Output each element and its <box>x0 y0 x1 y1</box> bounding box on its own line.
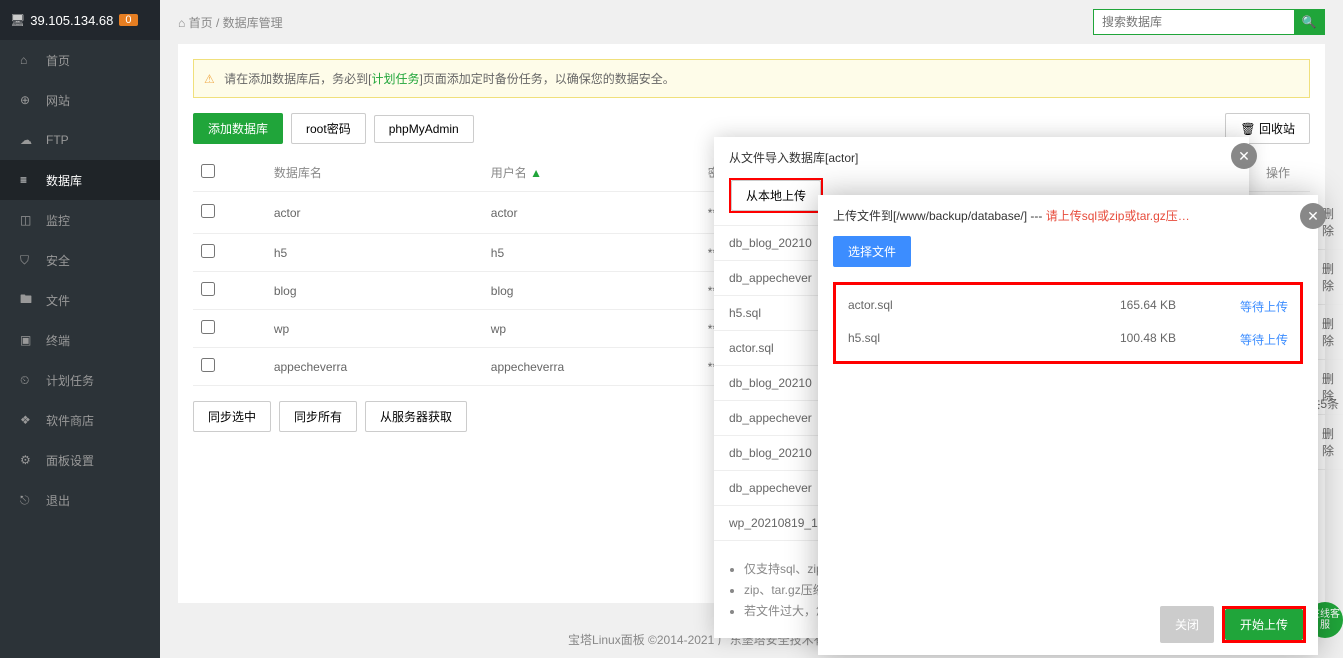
monitor-icon: 🖥 <box>10 13 25 27</box>
breadcrumb-current: 数据库管理 <box>223 16 283 30</box>
sidebar-item-monitor[interactable]: ◫监控 <box>0 200 160 240</box>
queue-status: 等待上传 <box>1240 331 1288 348</box>
sidebar-header: 🖥 39.105.134.68 0 <box>0 0 160 40</box>
cloud-icon: ☁ <box>20 133 36 147</box>
queue-filename: h5.sql <box>848 331 1120 348</box>
shield-icon: ⛉ <box>20 253 36 268</box>
queue-item: actor.sql 165.64 KB 等待上传 <box>836 290 1300 323</box>
db-name: h5 <box>266 234 483 272</box>
monitor-icon: ◫ <box>20 213 36 227</box>
sidebar-item-files[interactable]: 🖿文件 <box>0 280 160 320</box>
queue-filename: actor.sql <box>848 298 1120 315</box>
sync-selected-button[interactable]: 同步选中 <box>193 401 271 432</box>
row-checkbox[interactable] <box>201 320 215 334</box>
close-icon[interactable]: ✕ <box>1300 203 1326 229</box>
sidebar-item-logout[interactable]: ⎋退出 <box>0 480 160 520</box>
add-database-button[interactable]: 添加数据库 <box>193 113 283 144</box>
db-user: actor <box>483 192 700 234</box>
col-name[interactable]: 数据库名 <box>266 154 483 192</box>
start-upload-button[interactable]: 开始上传 <box>1225 609 1303 640</box>
db-user: wp <box>483 310 700 348</box>
breadcrumb-home[interactable]: 首页 <box>189 16 213 30</box>
upload-queue: actor.sql 165.64 KB 等待上传 h5.sql 100.48 K… <box>833 282 1303 364</box>
delete-link[interactable]: 删除 <box>1318 415 1343 470</box>
db-user: h5 <box>483 234 700 272</box>
row-checkbox[interactable] <box>201 204 215 218</box>
select-file-button[interactable]: 选择文件 <box>833 236 911 267</box>
search-icon: 🔍 <box>1302 15 1317 29</box>
col-user[interactable]: 用户名 ▲ <box>483 154 700 192</box>
select-all-checkbox[interactable] <box>201 164 215 178</box>
modal-title: 从文件导入数据库[actor] <box>714 137 1249 178</box>
database-icon: ≡ <box>20 173 36 187</box>
close-icon[interactable]: ✕ <box>1231 143 1257 169</box>
row-checkbox[interactable] <box>201 282 215 296</box>
grid-icon: ❖ <box>20 413 36 427</box>
phpmyadmin-button[interactable]: phpMyAdmin <box>374 115 474 143</box>
sidebar-item-database[interactable]: ≡数据库 <box>0 160 160 200</box>
upload-path: 上传文件到[/www/backup/database/] --- 请上传sql或… <box>818 195 1318 236</box>
db-name: blog <box>266 272 483 310</box>
alert-link[interactable]: 计划任务 <box>371 72 419 86</box>
exit-icon: ⎋ <box>20 493 36 508</box>
queue-filesize: 100.48 KB <box>1120 331 1240 348</box>
db-name: wp <box>266 310 483 348</box>
db-name: appecheverra <box>266 348 483 386</box>
action-column-edge: 删除删除删除删除删除 <box>1318 195 1343 655</box>
delete-link[interactable]: 删除 <box>1318 250 1343 305</box>
server-ip: 39.105.134.68 <box>30 13 113 28</box>
home-icon: ⌂ <box>178 16 185 30</box>
clock-icon: ⏲ <box>20 373 36 388</box>
db-user: appecheverra <box>483 348 700 386</box>
root-password-button[interactable]: root密码 <box>291 113 366 144</box>
upload-modal: ✕ 上传文件到[/www/backup/database/] --- 请上传sq… <box>818 195 1318 655</box>
sidebar-item-ftp[interactable]: ☁FTP <box>0 120 160 160</box>
warning-icon: ⚠ <box>204 72 215 86</box>
upload-local-button[interactable]: 从本地上传 <box>731 180 821 211</box>
sidebar-item-cron[interactable]: ⏲计划任务 <box>0 360 160 400</box>
sidebar-item-security[interactable]: ⛉安全 <box>0 240 160 280</box>
alert-banner: ⚠ 请在添加数据库后，务必到[计划任务]页面添加定时备份任务，以确保您的数据安全… <box>193 59 1310 98</box>
sort-icon: ▲ <box>530 166 542 180</box>
queue-filesize: 165.64 KB <box>1120 298 1240 315</box>
notification-badge[interactable]: 0 <box>119 14 137 26</box>
delete-link[interactable]: 删除 <box>1318 305 1343 360</box>
breadcrumb: ⌂ 首页 / 数据库管理 🔍 <box>160 0 1343 44</box>
queue-item: h5.sql 100.48 KB 等待上传 <box>836 323 1300 356</box>
folder-icon: 🖿 <box>20 290 36 311</box>
row-checkbox[interactable] <box>201 358 215 372</box>
search-input[interactable] <box>1094 10 1294 34</box>
search-box: 🔍 <box>1093 9 1325 35</box>
sidebar-item-terminal[interactable]: ▣终端 <box>0 320 160 360</box>
globe-icon: ⊕ <box>20 93 36 107</box>
db-name: actor <box>266 192 483 234</box>
gear-icon: ⚙ <box>20 453 36 467</box>
sidebar-item-store[interactable]: ❖软件商店 <box>0 400 160 440</box>
trash-icon: 🗑 <box>1240 122 1255 136</box>
sidebar-item-home[interactable]: ⌂首页 <box>0 40 160 80</box>
sync-all-button[interactable]: 同步所有 <box>279 401 357 432</box>
terminal-icon: ▣ <box>20 333 36 347</box>
close-button[interactable]: 关闭 <box>1160 606 1214 643</box>
sidebar: 🖥 39.105.134.68 0 ⌂首页 ⊕网站 ☁FTP ≡数据库 ◫监控 … <box>0 0 160 658</box>
sidebar-item-site[interactable]: ⊕网站 <box>0 80 160 120</box>
fetch-server-button[interactable]: 从服务器获取 <box>365 401 467 432</box>
queue-status: 等待上传 <box>1240 298 1288 315</box>
home-icon: ⌂ <box>20 53 36 67</box>
row-checkbox[interactable] <box>201 244 215 258</box>
search-button[interactable]: 🔍 <box>1294 10 1324 34</box>
sidebar-item-settings[interactable]: ⚙面板设置 <box>0 440 160 480</box>
db-user: blog <box>483 272 700 310</box>
